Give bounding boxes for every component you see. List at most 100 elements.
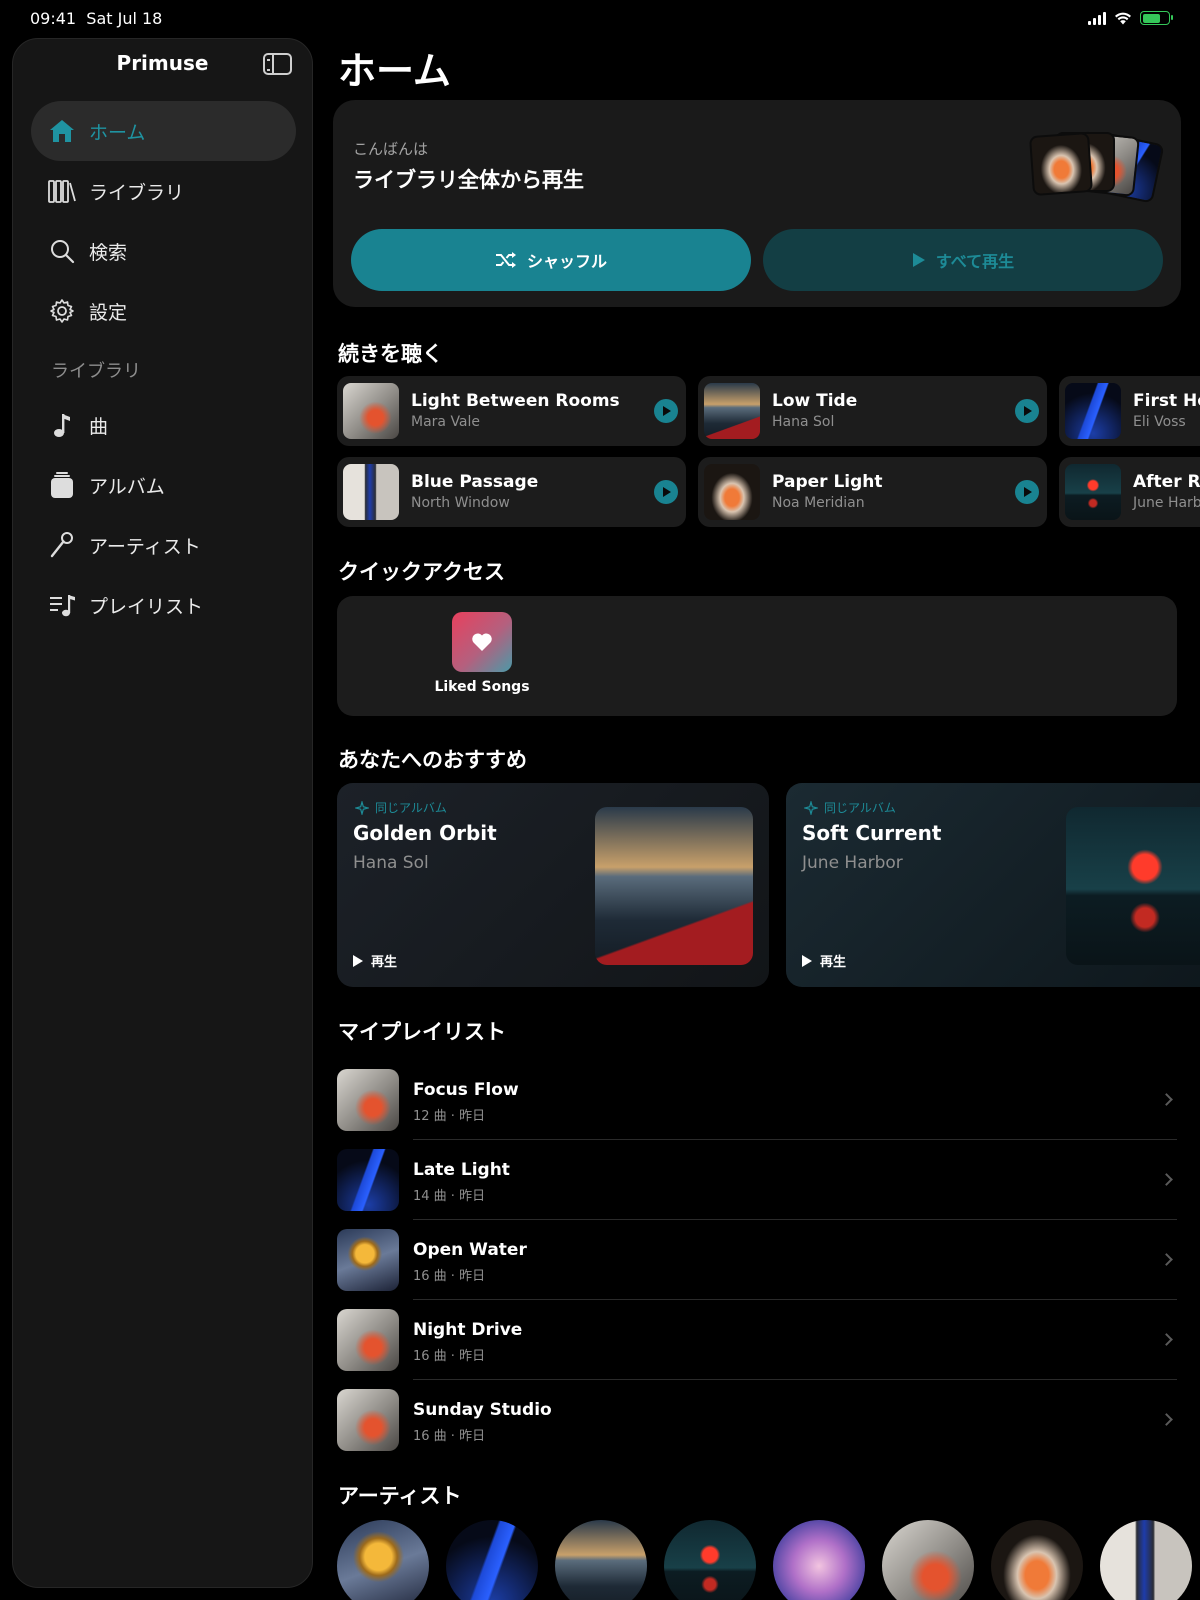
recommendation-play-button[interactable]: 再生 — [802, 951, 846, 970]
play-all-button[interactable]: すべて再生 — [763, 229, 1163, 291]
heart-icon — [472, 633, 492, 651]
sidebar-item-artists[interactable]: アーティスト — [31, 515, 296, 575]
artist-avatar[interactable] — [337, 1520, 429, 1600]
sidebar-item-albums[interactable]: アルバム — [31, 455, 296, 515]
home-icon — [47, 116, 77, 146]
track-title: Light Between Rooms — [411, 391, 620, 411]
playlist-row[interactable]: Sunday Studio 16 曲 · 昨日 — [337, 1380, 1177, 1460]
search-icon — [47, 236, 77, 266]
album-art — [1066, 807, 1200, 965]
play-all-label: すべて再生 — [935, 252, 1015, 271]
track-artist: June Harb — [1133, 495, 1200, 511]
playlist-name: Sunday Studio — [413, 1400, 552, 1420]
artist-avatar[interactable] — [555, 1520, 647, 1600]
play-icon — [802, 954, 812, 967]
album-art — [343, 383, 399, 439]
recommendation-tag-text: 同じアルバム — [824, 801, 896, 815]
sidebar-item-label: 検索 — [89, 241, 128, 264]
sidebar-item-label: アーティスト — [89, 535, 201, 558]
playlist-meta: 16 曲 · 昨日 — [413, 1349, 486, 1364]
playlist-name: Late Light — [413, 1160, 510, 1180]
sidebar-item-playlists[interactable]: プレイリスト — [31, 575, 296, 635]
playlist-art — [337, 1229, 399, 1291]
playlist-name: Night Drive — [413, 1320, 523, 1340]
continue-card[interactable]: First Hor Eli Voss — [1059, 376, 1200, 446]
continue-card[interactable]: Paper Light Noa Meridian — [698, 457, 1047, 527]
album-stack-icon — [47, 470, 77, 500]
play-button[interactable] — [1015, 480, 1039, 504]
continue-card[interactable]: After Ra June Harb — [1059, 457, 1200, 527]
recommendation-play-button[interactable]: 再生 — [353, 951, 397, 970]
recommendation-title: Golden Orbit — [353, 821, 497, 845]
hero-artwork-stack — [1028, 128, 1165, 204]
music-note-icon — [47, 410, 77, 440]
sparkle-icon — [804, 800, 818, 815]
chevron-right-icon — [1160, 1253, 1173, 1266]
playlist-row[interactable]: Focus Flow 12 曲 · 昨日 — [337, 1060, 1177, 1140]
playlist-art — [337, 1309, 399, 1371]
recommendation-artist: June Harbor — [802, 853, 903, 873]
sidebar-item-label: 曲 — [89, 415, 109, 438]
sidebar-section-label: ライブラリ — [51, 361, 141, 382]
chevron-right-icon — [1160, 1093, 1173, 1106]
section-title-quick-access: クイックアクセス — [338, 560, 505, 584]
artist-avatar[interactable] — [773, 1520, 865, 1600]
play-icon — [353, 954, 363, 967]
sidebar-item-home[interactable]: ホーム — [31, 101, 296, 161]
track-title: First Hor — [1133, 391, 1200, 411]
liked-songs-button[interactable] — [452, 612, 512, 672]
album-art — [704, 383, 760, 439]
status-icons — [1088, 11, 1173, 25]
playlist-meta: 16 曲 · 昨日 — [413, 1269, 486, 1284]
hero-title: ライブラリ全体から再生 — [353, 168, 584, 192]
playlist-meta: 16 曲 · 昨日 — [413, 1429, 486, 1444]
artist-avatar[interactable] — [446, 1520, 538, 1600]
artist-avatar[interactable] — [1100, 1520, 1192, 1600]
continue-card[interactable]: Low Tide Hana Sol — [698, 376, 1047, 446]
sidebar-item-label: 設定 — [89, 301, 128, 324]
artist-row — [337, 1520, 1200, 1600]
recommendation-tag-text: 同じアルバム — [375, 801, 447, 815]
sidebar-item-songs[interactable]: 曲 — [31, 395, 296, 455]
playlist-icon — [47, 590, 77, 620]
recommendation-card[interactable]: 同じアルバム Golden Orbit Hana Sol 再生 — [337, 783, 769, 987]
sidebar-item-label: プレイリスト — [89, 595, 204, 618]
continue-listening-grid: Light Between Rooms Mara Vale Low Tide H… — [337, 376, 1200, 528]
recommendation-title: Soft Current — [802, 821, 942, 845]
hero-card: こんばんは ライブラリ全体から再生 シャッフル すべて再生 — [333, 100, 1181, 307]
sidebar-item-settings[interactable]: 設定 — [31, 281, 296, 341]
sidebar-toggle-button[interactable] — [263, 53, 292, 75]
chevron-right-icon — [1160, 1173, 1173, 1186]
track-artist: North Window — [411, 495, 510, 511]
play-button[interactable] — [654, 399, 678, 423]
library-icon — [47, 176, 77, 206]
shuffle-button[interactable]: シャッフル — [351, 229, 751, 291]
continue-card[interactable]: Blue Passage North Window — [337, 457, 686, 527]
section-title-artists: アーティスト — [338, 1484, 462, 1508]
play-button[interactable] — [1015, 399, 1039, 423]
album-art — [1065, 464, 1121, 520]
album-art — [1028, 131, 1094, 197]
playlist-row[interactable]: Open Water 16 曲 · 昨日 — [337, 1220, 1177, 1300]
playlist-list: Focus Flow 12 曲 · 昨日 Late Light 14 曲 · 昨… — [337, 1060, 1177, 1460]
playlist-art — [337, 1149, 399, 1211]
track-artist: Hana Sol — [772, 414, 835, 430]
playlist-row[interactable]: Late Light 14 曲 · 昨日 — [337, 1140, 1177, 1220]
sidebar-item-search[interactable]: 検索 — [31, 221, 296, 281]
artist-avatar[interactable] — [882, 1520, 974, 1600]
track-artist: Eli Voss — [1133, 414, 1186, 430]
section-title-recommendations: あなたへのおすすめ — [338, 748, 527, 772]
playlist-meta: 14 曲 · 昨日 — [413, 1189, 486, 1204]
chevron-right-icon — [1160, 1333, 1173, 1346]
play-button[interactable] — [654, 480, 678, 504]
chevron-right-icon — [1160, 1413, 1173, 1426]
sidebar-item-library[interactable]: ライブラリ — [31, 161, 296, 221]
artist-avatar[interactable] — [664, 1520, 756, 1600]
recommendation-card[interactable]: 同じアルバム Soft Current June Harbor 再生 — [786, 783, 1200, 987]
playlist-row[interactable]: Night Drive 16 曲 · 昨日 — [337, 1300, 1177, 1380]
track-artist: Noa Meridian — [772, 495, 865, 511]
sidebar: Primuse ホーム ライブラリ 検索 設定 ライブラリ 曲 アルバム アーテ… — [12, 38, 313, 1588]
sidebar-item-label: アルバム — [89, 475, 165, 498]
continue-card[interactable]: Light Between Rooms Mara Vale — [337, 376, 686, 446]
artist-avatar[interactable] — [991, 1520, 1083, 1600]
